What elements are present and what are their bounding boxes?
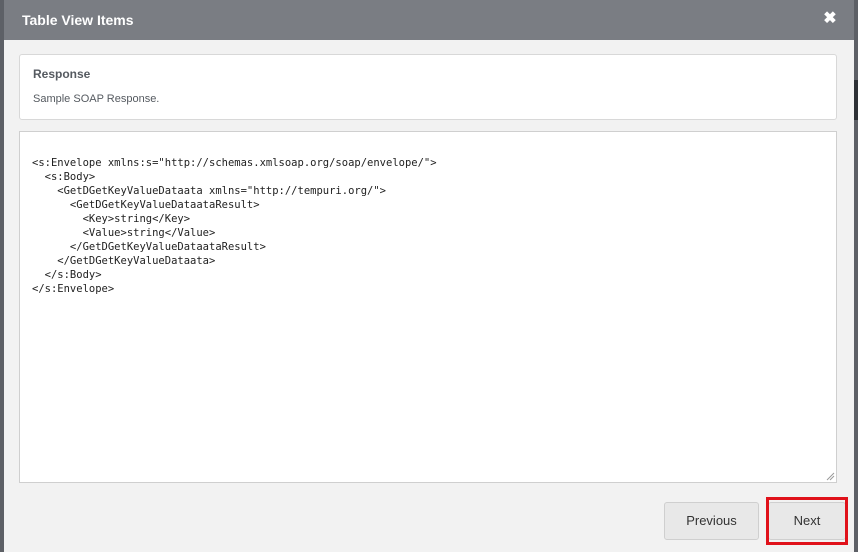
response-info-panel: Response Sample SOAP Response.: [19, 54, 837, 120]
next-button[interactable]: Next: [768, 502, 846, 540]
previous-button[interactable]: Previous: [664, 502, 759, 540]
soap-response-textarea[interactable]: <s:Envelope xmlns:s="http://schemas.xmls…: [19, 131, 837, 483]
soap-response-code: <s:Envelope xmlns:s="http://schemas.xmls…: [32, 157, 437, 295]
table-view-items-dialog: Table View Items ✖ Response Sample SOAP …: [4, 0, 854, 552]
dialog-title: Table View Items: [22, 12, 134, 28]
response-heading: Response: [33, 67, 91, 81]
response-description: Sample SOAP Response.: [33, 93, 160, 105]
close-icon[interactable]: ✖: [820, 9, 840, 29]
dialog-header: Table View Items ✖: [4, 0, 854, 40]
resize-grip-icon[interactable]: [825, 471, 835, 481]
